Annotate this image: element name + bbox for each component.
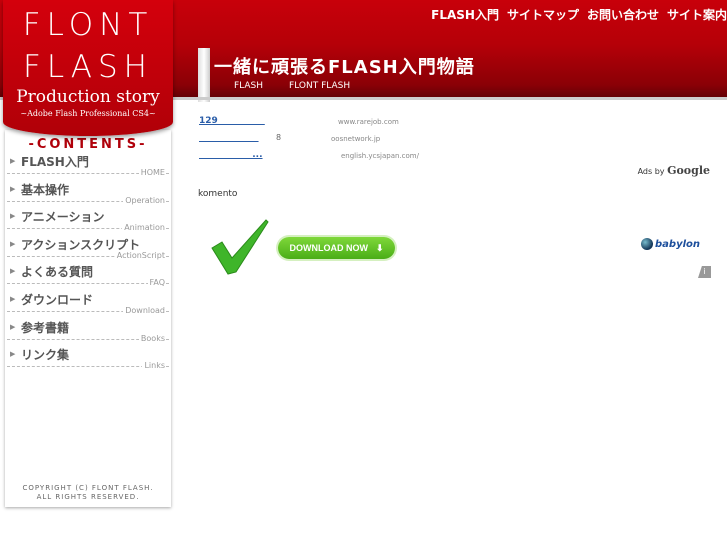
google-logo: Google — [667, 164, 710, 177]
sidebar-item-sublabel: Operation — [123, 195, 165, 205]
ads-by-google[interactable]: Ads by Google — [638, 164, 710, 177]
sidebar: -CONTENTS- ▶ FLASH入門 HOME ▶ 基本操作 Operation ▶ アニ… — [5, 130, 171, 507]
topnav-flash-intro[interactable]: FLASH入門 — [431, 6, 499, 23]
sidebar-item-sublabel: Books — [138, 333, 165, 343]
info-icon[interactable]: i — [698, 266, 711, 278]
sidebar-item-label: 参考書籍 — [21, 320, 70, 335]
ads-by-label: Ads by — [637, 167, 665, 176]
topnav-site-guide[interactable]: サイト案内 — [667, 6, 727, 23]
breadcrumb-flont-flash[interactable]: FLONT FLASH — [289, 81, 350, 91]
copyright-line-1: COPYRIGHT (C) FLONT FLASH. — [22, 484, 154, 492]
ad-item: ... english.ycsjapan.com/ — [199, 150, 419, 160]
sidebar-item-home[interactable]: ▶ FLASH入門 HOME — [5, 153, 171, 180]
download-arrow-icon: ⬇ — [375, 242, 384, 253]
breadcrumb: FLASH FLONT FLASH — [234, 81, 350, 91]
ad-link[interactable]: ... — [199, 150, 262, 160]
divider — [7, 283, 169, 285]
babylon-text: babylon — [655, 238, 700, 250]
arrow-right-icon: ▶ — [10, 295, 16, 303]
sidebar-item-label: リンク集 — [21, 348, 70, 363]
ad-url[interactable]: oosnetwork.jp — [331, 135, 380, 143]
site-logo[interactable]: FLONT FLASH Production story ~Adobe Flas… — [3, 0, 173, 136]
sidebar-item-sublabel: Links — [142, 361, 165, 371]
ad-text: 8 — [276, 133, 282, 142]
arrow-right-icon: ▶ — [10, 239, 16, 248]
logo-line-4: ~Adobe Flash Professional CS4~ — [20, 109, 156, 118]
contents-heading: -CONTENTS- — [28, 137, 148, 152]
arrow-right-icon: ▶ — [10, 157, 16, 165]
title-accent-bar — [198, 48, 210, 102]
download-now-button[interactable]: DOWNLOAD NOW ⬇ — [278, 237, 395, 259]
topnav-sitemap[interactable]: サイトマップ — [507, 6, 579, 23]
arrow-right-icon: ▶ — [10, 212, 16, 221]
ad-link[interactable]: 129 — [199, 116, 265, 126]
sidebar-item-faq[interactable]: ▶ よくある質問 FAQ — [5, 263, 171, 290]
arrow-right-icon: ▶ — [10, 322, 16, 331]
arrow-right-icon: ▶ — [10, 184, 16, 193]
logo-line-1: FLONT — [22, 7, 154, 43]
sidebar-item-label: FLASH入門 — [21, 155, 89, 169]
ad-url[interactable]: english.ycsjapan.com/ — [341, 152, 419, 160]
sidebar-item-sublabel: ActionScript — [114, 250, 165, 260]
sidebar-item-actionscript[interactable]: ▶ アクションスクリプト ActionScript — [5, 236, 171, 263]
babylon-logo[interactable]: babylon — [641, 238, 700, 250]
sidebar-item-links[interactable]: ▶ リンク集 Links — [5, 346, 171, 373]
sidebar-item-label: 基本操作 — [21, 182, 70, 197]
sidebar-item-download[interactable]: ▶ ダウンロード Download — [5, 291, 171, 318]
ad-url[interactable]: www.rarejob.com — [338, 118, 399, 126]
sidebar-item-label: ダウンロード — [21, 293, 94, 307]
sidebar-item-sublabel: Download — [123, 306, 165, 315]
ad-link[interactable] — [199, 133, 259, 143]
download-label: DOWNLOAD NOW — [289, 243, 368, 253]
sidebar-item-sublabel: FAQ — [147, 278, 165, 288]
top-nav: FLASH入門 サイトマップ お問い合わせ サイト案内 — [431, 6, 727, 23]
sidebar-item-label: よくある質問 — [21, 265, 94, 280]
ad-item: 129 www.rarejob.com — [199, 116, 399, 126]
copyright-line-2: ALL RIGHTS RESERVED. — [36, 493, 140, 501]
site-title: 一緒に頑張るFLASH入門物語 — [214, 57, 475, 78]
komento-label: komento — [198, 189, 238, 199]
logo-line-3: Production story — [16, 87, 160, 107]
sidebar-item-operation[interactable]: ▶ 基本操作 Operation — [5, 181, 171, 208]
sidebar-item-animation[interactable]: ▶ アニメーション Animation — [5, 208, 171, 235]
globe-icon — [641, 238, 653, 250]
copyright: COPYRIGHT (C) FLONT FLASH. ALL RIGHTS RE… — [5, 484, 171, 502]
sidebar-item-sublabel: HOME — [138, 168, 165, 177]
sidebar-item-sublabel: Animation — [122, 223, 165, 233]
sidebar-item-label: アニメーション — [21, 210, 105, 225]
checkmark-icon — [211, 219, 269, 275]
ad-item: 8 oosnetwork.jp — [199, 133, 380, 143]
arrow-right-icon: ▶ — [10, 267, 16, 276]
breadcrumb-flash[interactable]: FLASH — [234, 81, 263, 91]
arrow-right-icon: ▶ — [10, 350, 16, 359]
logo-line-2: FLASH — [22, 49, 153, 85]
topnav-contact[interactable]: お問い合わせ — [587, 6, 659, 23]
sidebar-item-books[interactable]: ▶ 参考書籍 Books — [5, 319, 171, 346]
